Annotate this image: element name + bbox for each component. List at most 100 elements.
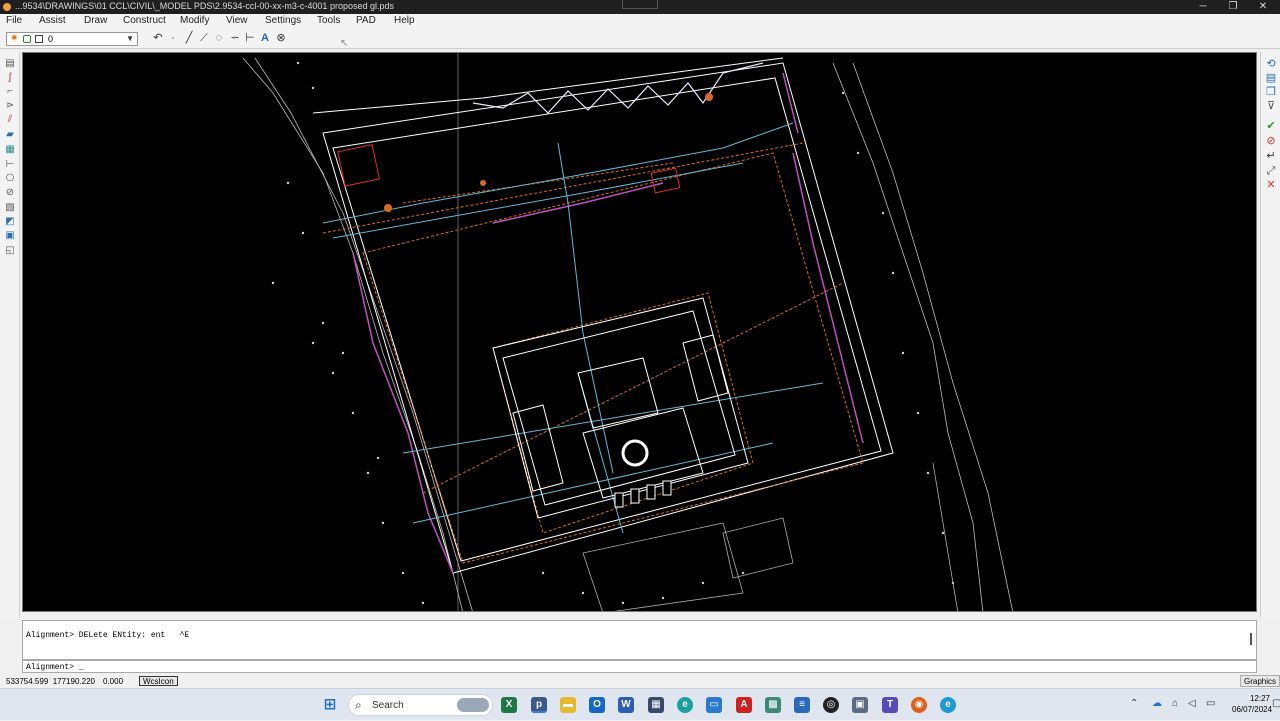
close-icon[interactable]: ✕ xyxy=(1265,179,1277,191)
menu-file[interactable]: File xyxy=(6,15,22,26)
pick-icon[interactable]: ⤢ xyxy=(1265,165,1277,177)
menu-bar: File Assist Draw Construct Modify View S… xyxy=(0,14,1280,29)
right-control-toolbar: ⟲ ▤ ❐ ⊽ ✔ ⊘ ↵ ⤢ ✕ xyxy=(1260,52,1280,617)
wcs-icon-button[interactable]: WcsIcon xyxy=(139,676,178,686)
layer-dropdown[interactable]: ✷ 0 ▼ xyxy=(6,32,138,46)
onedrive-icon[interactable]: ☁ xyxy=(1152,698,1162,709)
cancel-icon[interactable]: ⊘ xyxy=(1265,135,1277,147)
polyline-icon[interactable]: ⟋ xyxy=(197,31,211,45)
block-tool-icon[interactable]: ◱ xyxy=(4,245,16,256)
pattern-tool-icon[interactable]: ▧ xyxy=(4,202,16,213)
windows-taskbar: ⊞ ⌕ Search X p ▬ O W ▦ e ▭ A ▩ ≡ ◎ ▣ T ◉… xyxy=(0,688,1280,720)
app-logo-icon xyxy=(3,3,11,11)
chevron-up-icon[interactable]: ⌃ xyxy=(1130,698,1138,709)
snap-icon[interactable]: ⟲ xyxy=(1265,58,1277,70)
site-plan-drawing xyxy=(242,53,1013,611)
arc-icon[interactable]: ∽ xyxy=(228,31,242,45)
text-icon[interactable]: A xyxy=(258,31,272,45)
search-icon: ⌕ xyxy=(355,698,362,712)
close-window-button[interactable]: ✕ xyxy=(1248,0,1278,14)
firefox-icon[interactable]: ◉ xyxy=(911,697,927,713)
circle-icon[interactable]: ◌ xyxy=(212,31,226,45)
fill-tool-icon[interactable]: ▰ xyxy=(4,129,16,140)
windows-start-icon[interactable]: ⊞ xyxy=(322,697,338,713)
command-history-panel: Alignment> DELete ENtity: ent ^E xyxy=(22,620,1257,660)
cad-drawing-canvas[interactable] xyxy=(22,52,1257,612)
z-coordinate: 0.000 xyxy=(103,677,124,686)
command-scrollbar[interactable] xyxy=(1250,633,1252,645)
taskbar-search[interactable]: ⌕ Search xyxy=(348,694,493,716)
line-icon[interactable]: ╱ xyxy=(182,31,196,45)
select-tool-icon[interactable]: ▤ xyxy=(4,58,16,69)
store-icon[interactable]: ▭ xyxy=(706,697,722,713)
menu-view[interactable]: View xyxy=(226,15,248,26)
mouse-cursor-icon: ↖ xyxy=(340,38,349,49)
arc-tool-icon[interactable]: ⋗ xyxy=(4,100,16,111)
snipping-tool-icon[interactable]: ▣ xyxy=(852,697,868,713)
surface-tool-icon[interactable]: ◩ xyxy=(4,216,16,227)
calculator-icon[interactable]: ▦ xyxy=(648,697,664,713)
notes-icon[interactable]: ≡ xyxy=(794,697,810,713)
graphics-button[interactable]: Graphics xyxy=(1239,675,1280,687)
menu-modify[interactable]: Modify xyxy=(180,15,209,26)
curve-tool-icon[interactable]: ʃ xyxy=(4,72,16,83)
browser-icon[interactable]: e xyxy=(940,697,956,713)
menu-assist[interactable]: Assist xyxy=(39,15,66,26)
system-tray: ⌃ ☁ ⌂ ◁ ▭ 12:27 06/07/2024 ▢ xyxy=(1120,689,1280,721)
taskbar-clock[interactable]: 12:27 06/07/2024 xyxy=(1232,693,1273,715)
left-draw-toolbar: ▤ ʃ ⌐ ⋗ ⫽ ▰ ▦ ⊢ ⎔ ⊘ ▧ ◩ ▣ ◱ xyxy=(0,52,20,617)
dimension-icon[interactable]: ⊢ xyxy=(243,31,257,45)
search-highlight-icon xyxy=(457,698,489,712)
settings-app-icon[interactable]: ◎ xyxy=(823,697,839,713)
menu-construct[interactable]: Construct xyxy=(123,15,166,26)
offset-tool-icon[interactable]: ⫽ xyxy=(4,114,16,125)
clock-time: 12:27 xyxy=(1249,694,1270,703)
notification-icon[interactable]: ▢ xyxy=(1272,698,1280,709)
command-input[interactable]: Alignment> _ xyxy=(22,660,1257,673)
menu-draw[interactable]: Draw xyxy=(84,15,107,26)
minimize-button[interactable]: ─ xyxy=(1188,0,1218,14)
excel-icon[interactable]: X xyxy=(501,697,517,713)
search-placeholder: Search xyxy=(372,700,404,711)
volume-icon[interactable]: ◁ xyxy=(1188,698,1196,709)
measure-tool-icon[interactable]: ⊘ xyxy=(4,187,16,198)
window-tab-indicator[interactable] xyxy=(622,0,658,9)
layer-name: 0 xyxy=(48,34,54,44)
dot-icon[interactable]: · xyxy=(166,31,180,45)
symbol-tool-icon[interactable]: ⎔ xyxy=(4,173,16,184)
return-icon[interactable]: ↵ xyxy=(1265,150,1277,162)
layers-icon[interactable]: ▤ xyxy=(1265,72,1277,84)
clock-date: 06/07/2024 xyxy=(1232,705,1273,714)
window-title: ...9534\DRAWINGS\01 CCL\CIVIL\_MODEL PDS… xyxy=(15,1,394,11)
hatch-tool-icon[interactable]: ▦ xyxy=(4,144,16,155)
menu-tools[interactable]: Tools xyxy=(317,15,340,26)
window-icon[interactable]: ❐ xyxy=(1265,86,1277,98)
word-icon[interactable]: W xyxy=(618,697,634,713)
restore-button[interactable]: ❐ xyxy=(1218,0,1248,14)
edge-icon[interactable]: e xyxy=(677,697,693,713)
chevron-down-icon[interactable]: ▼ xyxy=(126,33,134,45)
menu-pad[interactable]: PAD xyxy=(356,15,376,26)
menu-settings[interactable]: Settings xyxy=(265,15,301,26)
image-tool-icon[interactable]: ▣ xyxy=(4,230,16,241)
map-app-icon[interactable]: ▩ xyxy=(765,697,781,713)
filter-icon[interactable]: ⊽ xyxy=(1265,100,1277,112)
autocad-icon[interactable]: A xyxy=(736,697,752,713)
layer-lock-icon[interactable] xyxy=(23,35,31,43)
layer-color-icon[interactable] xyxy=(35,35,43,43)
undo-icon[interactable]: ↶ xyxy=(151,31,165,45)
dimension-tool-icon[interactable]: ⊢ xyxy=(4,159,16,170)
hatch-icon[interactable]: ⊗ xyxy=(274,31,288,45)
polyline-tool-icon[interactable]: ⌐ xyxy=(4,86,16,97)
menu-help[interactable]: Help xyxy=(394,15,415,26)
outlook-icon[interactable]: O xyxy=(589,697,605,713)
layer-on-icon[interactable]: ✷ xyxy=(10,33,18,45)
file-explorer-icon[interactable]: ▬ xyxy=(560,697,576,713)
pds-app-icon[interactable]: p xyxy=(531,697,547,713)
battery-icon[interactable]: ▭ xyxy=(1206,698,1215,709)
window-titlebar: ...9534\DRAWINGS\01 CCL\CIVIL\_MODEL PDS… xyxy=(0,0,1280,14)
teams-icon[interactable]: T xyxy=(882,697,898,713)
accept-icon[interactable]: ✔ xyxy=(1265,120,1277,132)
network-icon[interactable]: ⌂ xyxy=(1172,698,1178,709)
command-prompt: Alignment> _ xyxy=(26,663,84,672)
